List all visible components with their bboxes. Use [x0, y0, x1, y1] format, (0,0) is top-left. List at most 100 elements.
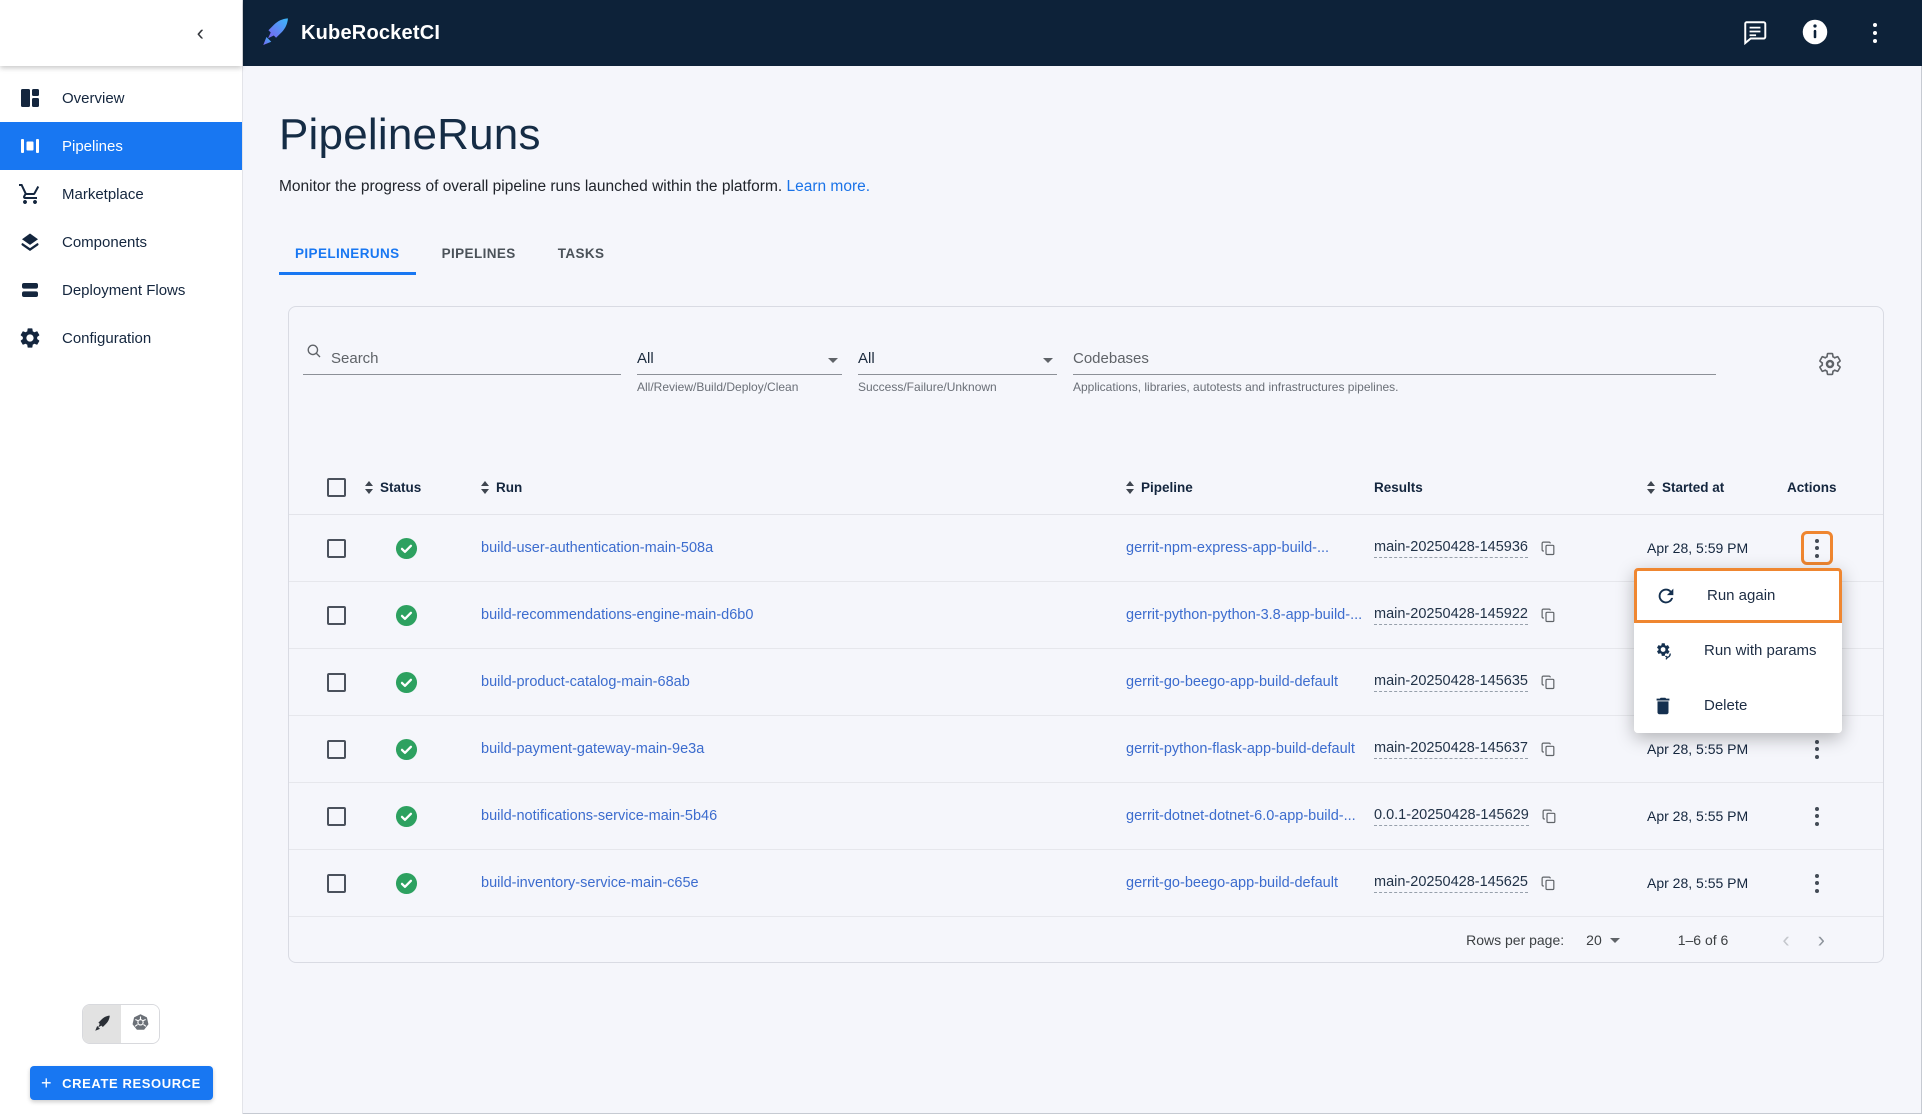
- copy-icon: [1540, 607, 1557, 624]
- sort-icon: [481, 481, 489, 494]
- subtitle-text: Monitor the progress of overall pipeline…: [279, 178, 782, 195]
- sidebar-item-deployment-flows[interactable]: Deployment Flows: [0, 266, 242, 314]
- previous-page-button[interactable]: ‹: [1768, 929, 1803, 951]
- page-subtitle: Monitor the progress of overall pipeline…: [279, 178, 1922, 196]
- rows-per-page-label: Rows per page:: [1466, 932, 1564, 948]
- view-toggle-group: [82, 1004, 160, 1044]
- sidebar-item-pipelines[interactable]: Pipelines: [0, 122, 242, 170]
- chevron-left-icon: ‹: [197, 20, 204, 45]
- header-run[interactable]: Run: [465, 480, 1110, 495]
- learn-more-link[interactable]: Learn more.: [786, 178, 870, 195]
- result-select[interactable]: All Success/Failure/Unknown: [858, 339, 1057, 394]
- result-link[interactable]: main-20250428-145637: [1374, 740, 1528, 759]
- run-link[interactable]: build-recommendations-engine-main-d6b0: [481, 607, 753, 623]
- codebases-input[interactable]: [1073, 350, 1716, 367]
- sort-icon: [1126, 481, 1134, 494]
- topbar-actions: [1738, 16, 1892, 50]
- copy-button[interactable]: [1538, 739, 1559, 760]
- copy-button[interactable]: [1539, 806, 1560, 827]
- menu-item-run-with-params[interactable]: Run with params: [1634, 623, 1842, 678]
- run-link[interactable]: build-inventory-service-main-c65e: [481, 875, 699, 891]
- pipeline-link[interactable]: gerrit-npm-express-app-build-...: [1126, 540, 1329, 556]
- started-at-cell: Apr 28, 5:55 PM: [1647, 808, 1787, 824]
- status-success-icon: [395, 805, 418, 828]
- menu-item-run-again[interactable]: Run again: [1634, 568, 1842, 623]
- row-checkbox[interactable]: [327, 673, 346, 692]
- pipeline-link[interactable]: gerrit-python-python-3.8-app-build-...: [1126, 607, 1362, 623]
- status-success-icon: [395, 738, 418, 761]
- pipeline-type-select[interactable]: All All/Review/Build/Deploy/Clean: [637, 339, 842, 394]
- kebab-icon: [1815, 874, 1819, 893]
- status-cell: [365, 805, 465, 828]
- stack-icon: [18, 278, 42, 302]
- row-checkbox[interactable]: [327, 740, 346, 759]
- kubernetes-view-toggle[interactable]: [121, 1005, 159, 1043]
- pipeline-type-value: All: [637, 350, 828, 367]
- result-link[interactable]: main-20250428-145936: [1374, 539, 1528, 558]
- run-link[interactable]: build-notifications-service-main-5b46: [481, 808, 717, 824]
- sidebar-item-label: Pipelines: [62, 138, 123, 155]
- copy-icon: [1541, 808, 1558, 825]
- pipelines-icon: [18, 134, 42, 158]
- result-link[interactable]: main-20250428-145922: [1374, 606, 1528, 625]
- sidebar-item-label: Overview: [62, 90, 125, 107]
- pipeline-link[interactable]: gerrit-python-flask-app-build-default: [1126, 741, 1355, 757]
- next-page-button[interactable]: ›: [1804, 929, 1839, 951]
- kebab-icon: [1815, 740, 1819, 759]
- tab-pipelineruns[interactable]: PIPELINERUNS: [279, 234, 416, 275]
- row-actions-button[interactable]: [1801, 732, 1833, 766]
- tab-tasks[interactable]: TASKS: [542, 234, 621, 275]
- sidebar-collapse-button[interactable]: ‹: [189, 20, 212, 46]
- info-button[interactable]: [1798, 16, 1832, 50]
- create-resource-label: CREATE RESOURCE: [62, 1076, 201, 1091]
- result-link[interactable]: main-20250428-145635: [1374, 673, 1528, 692]
- run-link[interactable]: build-product-catalog-main-68ab: [481, 674, 690, 690]
- copy-button[interactable]: [1538, 605, 1559, 626]
- rocket-view-toggle[interactable]: [83, 1005, 121, 1043]
- run-link[interactable]: build-user-authentication-main-508a: [481, 540, 713, 556]
- started-at-cell: Apr 28, 5:55 PM: [1647, 741, 1787, 757]
- table-settings-button[interactable]: [1817, 339, 1843, 380]
- menu-item-delete[interactable]: Delete: [1634, 678, 1842, 733]
- create-resource-button[interactable]: + CREATE RESOURCE: [30, 1066, 213, 1100]
- feedback-button[interactable]: [1738, 16, 1772, 50]
- row-actions-button[interactable]: [1801, 531, 1833, 565]
- search-input[interactable]: [331, 350, 621, 367]
- chevron-down-icon: [828, 358, 838, 363]
- row-checkbox[interactable]: [327, 807, 346, 826]
- pipeline-link[interactable]: gerrit-dotnet-dotnet-6.0-app-build-...: [1126, 808, 1356, 824]
- sidebar-item-marketplace[interactable]: Marketplace: [0, 170, 242, 218]
- header-status[interactable]: Status: [365, 480, 465, 495]
- copy-button[interactable]: [1538, 672, 1559, 693]
- copy-button[interactable]: [1538, 873, 1559, 894]
- copy-icon: [1540, 674, 1557, 691]
- copy-icon: [1540, 875, 1557, 892]
- select-all-checkbox[interactable]: [327, 478, 346, 497]
- result-link[interactable]: main-20250428-145625: [1374, 874, 1528, 893]
- topbar-more-button[interactable]: [1858, 16, 1892, 50]
- pipeline-link[interactable]: gerrit-go-beego-app-build-default: [1126, 674, 1338, 690]
- sidebar: ‹ Overview Pipelines Marketplace Compo: [0, 0, 243, 1114]
- row-checkbox[interactable]: [327, 606, 346, 625]
- pipeline-link[interactable]: gerrit-go-beego-app-build-default: [1126, 875, 1338, 891]
- rows-per-page-select[interactable]: 20: [1586, 932, 1620, 948]
- sidebar-item-configuration[interactable]: Configuration: [0, 314, 242, 362]
- sidebar-item-components[interactable]: Components: [0, 218, 242, 266]
- rocket-logo-icon: [259, 15, 291, 52]
- copy-button[interactable]: [1538, 538, 1559, 559]
- trash-icon: [1652, 695, 1674, 717]
- header-pipeline[interactable]: Pipeline: [1110, 480, 1374, 495]
- tab-pipelines[interactable]: PIPELINES: [426, 234, 532, 275]
- status-success-icon: [395, 671, 418, 694]
- header-started-at[interactable]: Started at: [1647, 480, 1787, 495]
- status-cell: [365, 537, 465, 560]
- row-checkbox[interactable]: [327, 874, 346, 893]
- sidebar-item-label: Configuration: [62, 330, 151, 347]
- sidebar-item-overview[interactable]: Overview: [0, 74, 242, 122]
- row-actions-button[interactable]: [1801, 799, 1833, 833]
- row-actions-button[interactable]: [1801, 866, 1833, 900]
- row-checkbox[interactable]: [327, 539, 346, 558]
- gear-icon: [18, 326, 42, 350]
- run-link[interactable]: build-payment-gateway-main-9e3a: [481, 741, 704, 757]
- result-link[interactable]: 0.0.1-20250428-145629: [1374, 807, 1529, 826]
